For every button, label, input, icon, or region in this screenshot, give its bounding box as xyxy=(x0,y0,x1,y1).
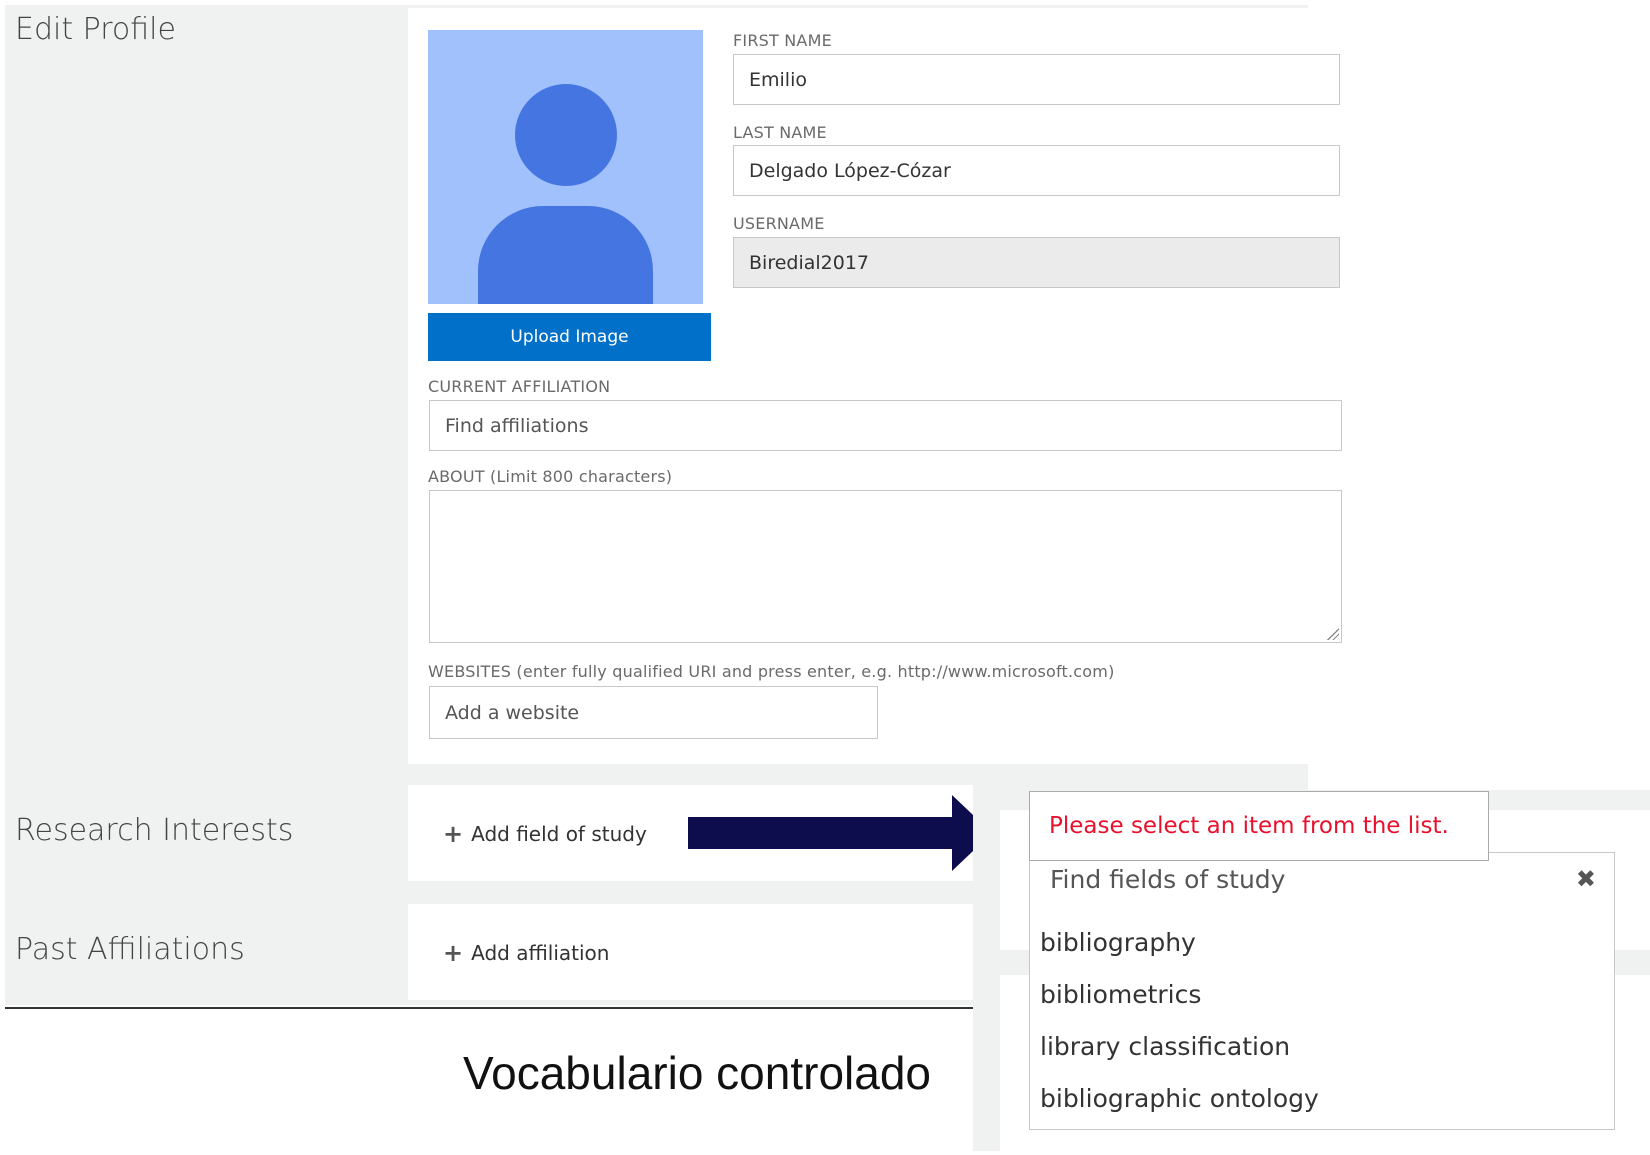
suggestion-item[interactable]: bibliometrics xyxy=(1040,980,1201,1009)
username-label: USERNAME xyxy=(733,214,825,233)
plus-icon: + xyxy=(443,939,464,967)
add-field-of-study-button[interactable]: + Add field of study xyxy=(443,822,647,846)
past-affiliations-title: Past Affiliations xyxy=(15,932,245,967)
divider xyxy=(5,1007,973,1009)
website-placeholder: Add a website xyxy=(445,701,580,724)
add-field-of-study-label: Add field of study xyxy=(471,822,647,846)
first-name-field[interactable]: Emilio xyxy=(733,54,1340,105)
about-textarea[interactable] xyxy=(429,490,1342,643)
right-arrow-icon xyxy=(688,795,992,871)
add-affiliation-button[interactable]: + Add affiliation xyxy=(443,941,609,965)
research-interests-title: Research Interests xyxy=(15,813,294,848)
current-affiliation-label: CURRENT AFFILIATION xyxy=(428,377,611,396)
first-name-value: Emilio xyxy=(749,68,807,91)
caption: Vocabulario controlado xyxy=(463,1047,931,1099)
upload-image-button[interactable]: Upload Image xyxy=(428,313,711,361)
website-input[interactable]: Add a website xyxy=(429,686,878,739)
person-silhouette-icon xyxy=(515,84,617,186)
username-field: Biredial2017 xyxy=(733,237,1340,288)
last-name-field[interactable]: Delgado López-Cózar xyxy=(733,145,1340,196)
person-silhouette-body xyxy=(478,206,653,304)
affiliation-placeholder: Find affiliations xyxy=(445,414,589,437)
suggestion-item[interactable]: bibliographic ontology xyxy=(1040,1084,1319,1113)
websites-label: WEBSITES (enter fully qualified URI and … xyxy=(428,662,1115,681)
suggestion-item[interactable]: bibliography xyxy=(1040,928,1196,957)
fields-of-study-dropdown: Find fields of study ✖ bibliography bibl… xyxy=(1029,852,1615,1130)
plus-icon: + xyxy=(443,820,464,848)
last-name-value: Delgado López-Cózar xyxy=(749,159,951,182)
resize-grip-icon[interactable] xyxy=(1327,628,1339,640)
suggestion-item[interactable]: library classification xyxy=(1040,1032,1290,1061)
edit-profile-title: Edit Profile xyxy=(15,12,176,47)
close-icon[interactable]: ✖ xyxy=(1576,865,1596,893)
fields-search-input[interactable]: Find fields of study xyxy=(1050,865,1285,894)
last-name-label: LAST NAME xyxy=(733,123,827,142)
about-label: ABOUT (Limit 800 characters) xyxy=(428,467,673,486)
first-name-label: FIRST NAME xyxy=(733,31,832,50)
validation-tooltip: Please select an item from the list. xyxy=(1029,791,1489,861)
avatar xyxy=(428,30,703,304)
username-value: Biredial2017 xyxy=(749,251,870,274)
affiliation-search-input[interactable]: Find affiliations xyxy=(429,400,1342,451)
add-affiliation-label: Add affiliation xyxy=(471,941,610,965)
